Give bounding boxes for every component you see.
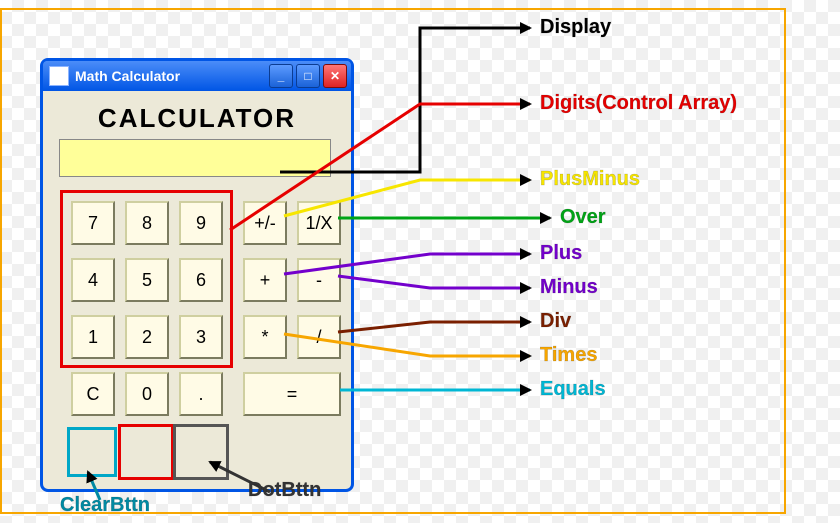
digit-8-button[interactable]: 8 [125,201,169,245]
clear-button[interactable]: C [71,372,115,416]
calculator-window: Math Calculator _ □ ✕ CALCULATOR 7 8 9 +… [40,58,354,492]
digit-0-button[interactable]: 0 [125,372,169,416]
label-display: Display [540,16,611,39]
heading-label: CALCULATOR [43,103,351,134]
equals-button[interactable]: = [243,372,341,416]
label-over: Over [560,206,606,229]
plus-button[interactable]: + [243,258,287,302]
label-dotbttn: DotBttn [248,479,321,502]
over-button[interactable]: 1/X [297,201,341,245]
window-titlebar: Math Calculator _ □ ✕ [43,61,351,91]
plus-minus-button[interactable]: +/- [243,201,287,245]
digit-3-button[interactable]: 3 [179,315,223,359]
label-clearbttn: ClearBttn [60,494,150,517]
minus-button[interactable]: - [297,258,341,302]
label-digits: Digits(Control Array) [540,92,737,115]
times-button[interactable]: * [243,315,287,359]
digit-9-button[interactable]: 9 [179,201,223,245]
label-minus: Minus [540,276,598,299]
window-title: Math Calculator [75,68,269,84]
maximize-button[interactable]: □ [296,64,320,88]
digit-4-button[interactable]: 4 [71,258,115,302]
label-times: Times [540,344,597,367]
div-button[interactable]: / [297,315,341,359]
label-plusminus: PlusMinus [540,168,640,191]
label-plus: Plus [540,242,582,265]
digit-6-button[interactable]: 6 [179,258,223,302]
label-equals: Equals [540,378,606,401]
digit-5-button[interactable]: 5 [125,258,169,302]
minimize-button[interactable]: _ [269,64,293,88]
digit-7-button[interactable]: 7 [71,201,115,245]
label-div: Div [540,310,571,333]
app-icon [49,66,69,86]
digit-2-button[interactable]: 2 [125,315,169,359]
close-button[interactable]: ✕ [323,64,347,88]
dot-button[interactable]: . [179,372,223,416]
digit-1-button[interactable]: 1 [71,315,115,359]
calculator-display [59,139,331,177]
